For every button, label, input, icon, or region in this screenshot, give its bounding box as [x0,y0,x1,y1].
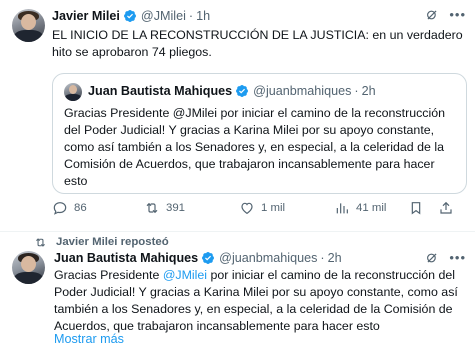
tweet-text: Gracias Presidente @JMilei por iniciar e… [54,267,467,335]
quote-header: Juan Bautista Mahiques @juanbmahiques · … [88,84,376,98]
mention-link[interactable]: @JMilei [163,268,207,282]
bookmark-button[interactable] [408,200,424,216]
timestamp[interactable]: 2h [328,251,342,265]
verified-badge-icon [202,252,215,264]
verified-badge-icon [236,85,249,97]
verified-badge-icon [123,10,136,22]
grok-icon[interactable] [425,251,439,265]
reposted-by-label: Javier Milei reposteó [56,236,169,248]
views-button[interactable]: 41 mil [334,200,386,216]
separator-dot: · [188,9,194,23]
quote-timestamp: 2h [361,84,376,98]
more-options-icon[interactable]: ••• [449,250,466,265]
avatar-milei[interactable] [12,9,45,42]
author-handle[interactable]: @JMilei [141,9,186,23]
tweet-text: EL INICIO DE LA RECONSTRUCCIÓN DE LA JUS… [52,28,463,59]
avatar-mahiques-small [64,83,82,101]
quote-author-name: Juan Bautista Mahiques [88,84,233,98]
heart-icon [241,202,253,215]
quote-text: Gracias Presidente @JMilei por iniciar e… [64,106,446,188]
views-icon [336,203,348,214]
repost-button[interactable]: 391 [144,200,185,216]
tweet-mahiques-repost[interactable]: Javier Milei reposteó Juan Bautista Mahi… [0,232,475,355]
quoted-tweet[interactable]: Juan Bautista Mahiques @juanbmahiques · … [52,73,467,194]
repost-count: 391 [166,202,186,214]
show-more-link[interactable]: Mostrar más [54,332,124,346]
author-handle[interactable]: @juanbmahiques [219,251,317,265]
reply-count: 86 [74,202,87,214]
like-count: 1 mil [261,202,286,214]
grok-icon[interactable] [425,8,439,22]
tweet-milei[interactable]: Javier Milei @JMilei · 1h ••• EL INICIO … [0,0,475,232]
tweet-actions: 86 391 1 mil 41 mil [52,200,467,220]
author-name[interactable]: Juan Bautista Mahiques [54,251,198,265]
author-name[interactable]: Javier Milei [52,9,120,23]
reply-icon [53,202,67,215]
like-button[interactable]: 1 mil [239,200,285,216]
reposted-by[interactable]: Javier Milei reposteó [36,236,169,248]
separator-dot: · [354,84,359,98]
reply-button[interactable]: 86 [52,200,87,216]
view-count: 41 mil [356,202,387,214]
tweet-header: Juan Bautista Mahiques @juanbmahiques · … [54,251,342,265]
tweet-header: Javier Milei @JMilei · 1h [52,9,210,23]
timestamp[interactable]: 1h [196,9,210,23]
share-button[interactable] [438,200,454,216]
quote-author-handle: @juanbmahiques [253,84,352,98]
tweet-text-start: Gracias Presidente [54,268,163,282]
share-icon [440,201,452,214]
separator-dot: · [320,251,325,265]
more-options-icon[interactable]: ••• [449,7,466,22]
bookmark-icon [411,202,421,215]
avatar-mahiques[interactable] [12,251,45,284]
repost-icon [36,237,45,247]
repost-icon [146,202,158,214]
